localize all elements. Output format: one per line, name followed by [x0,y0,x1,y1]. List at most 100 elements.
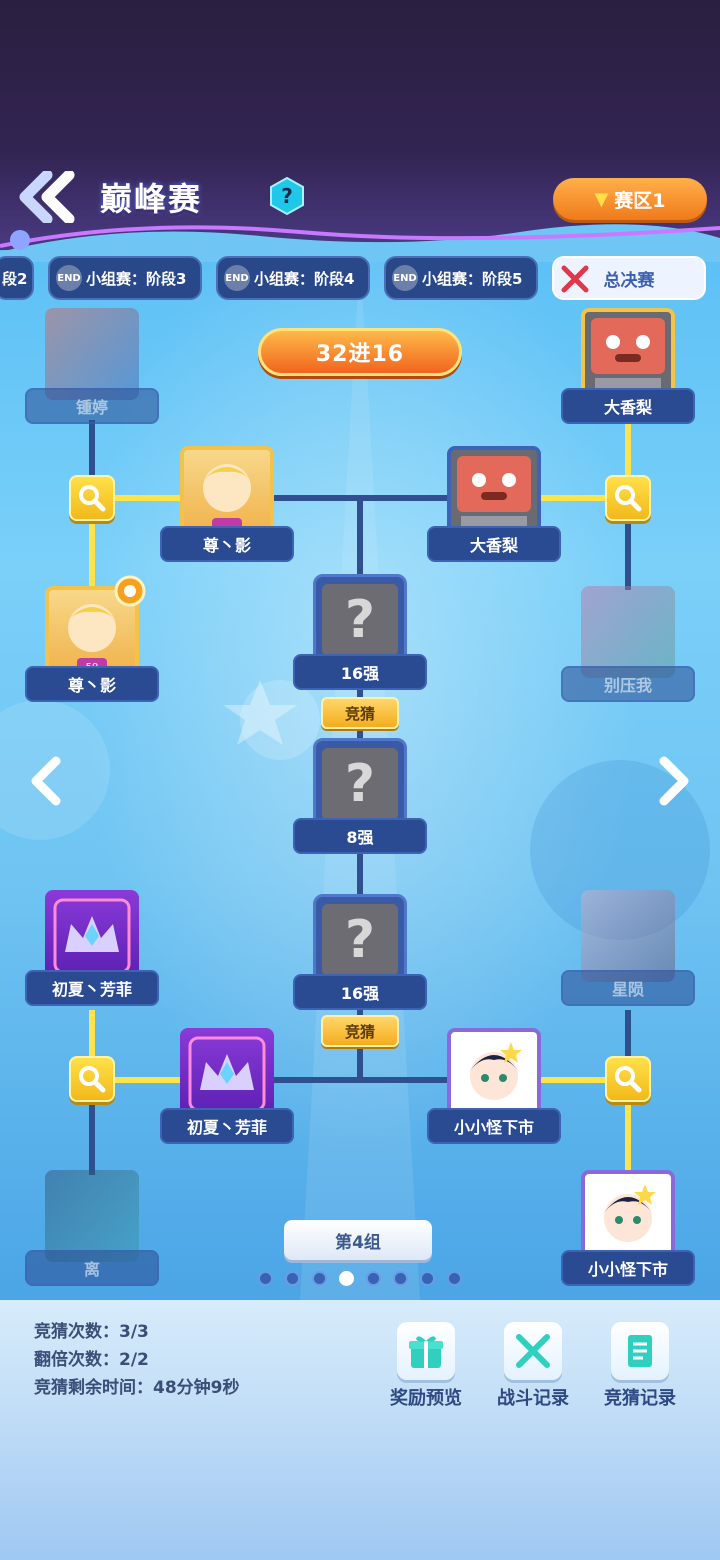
player-name: 小小怪下市 [427,1108,561,1144]
player-card[interactable]: 大香梨 [561,308,695,428]
tab-label: 段2 [2,269,28,288]
guess-time-left: 竞猜剩余时间：48分钟9秒 [34,1378,240,1398]
player-name: 锺婷 [25,388,159,424]
player-card[interactable]: 别压我 [561,586,695,706]
guess-record-label: 竞猜记录 [604,1388,676,1409]
player-avatar [581,586,675,678]
crown-icon [53,898,131,974]
crown-icon [188,1036,266,1112]
page-dot[interactable] [312,1271,327,1286]
view-match-button[interactable] [605,1056,651,1102]
page-dot[interactable] [393,1271,408,1286]
player-card[interactable]: 离 [25,1170,159,1290]
player-card[interactable]: 星陨 [561,890,695,1010]
view-match-button[interactable] [605,475,651,521]
tab-finals[interactable]: 总决赛 [552,256,706,300]
player-avatar [581,308,675,400]
guess-count: 竞猜次数：3/3 [34,1322,149,1342]
player-avatar [447,1028,541,1120]
player-name: 初夏丶芳菲 [160,1108,294,1144]
player-name: 尊丶影 [25,666,159,702]
player-card[interactable]: 小小怪下市 [561,1170,695,1290]
player-name: 别压我 [561,666,695,702]
group-pagination [258,1271,462,1286]
magnifier-icon [615,485,642,512]
page-dot[interactable] [366,1271,381,1286]
player-name: 大香梨 [427,526,561,562]
tab-stage-5[interactable]: END 小组赛：阶段5 [384,256,538,300]
player-name: 小小怪下市 [561,1250,695,1286]
round-label: 32进16 [258,328,462,376]
tab-stage-2[interactable]: 段2 [0,256,34,300]
slot-label: 16强 [293,974,427,1010]
bracket-slot-bottom16: ? 16强 [293,894,427,1014]
end-badge: END [392,265,418,291]
rewards-preview-button[interactable]: 奖励预览 [378,1322,474,1410]
battle-record-label: 战斗记录 [497,1388,569,1409]
help-button[interactable]: ? [268,176,306,216]
guess-record-button[interactable]: 竞猜记录 [592,1322,688,1410]
page-dot[interactable] [258,1271,273,1286]
caret-down-icon: ▼ [594,188,609,210]
next-group-button[interactable] [652,753,696,809]
player-card[interactable]: 59 尊丶影 [25,575,159,706]
bracket-slot-top8: ? 8强 [293,738,427,858]
player-name: 星陨 [561,970,695,1006]
unknown-player-icon: ? [322,584,398,656]
gift-icon [409,1336,443,1368]
tab-stage-3[interactable]: END 小组赛：阶段3 [48,256,202,300]
player-avatar [45,308,139,400]
view-match-button[interactable] [69,475,115,521]
player-name: 离 [25,1250,159,1286]
magnifier-icon [79,485,106,512]
player-avatar [180,446,274,538]
guess-button[interactable]: 竞猜 [321,1015,399,1047]
character-portrait-icon [603,1184,656,1242]
player-name: 尊丶影 [160,526,294,562]
page-dot[interactable] [285,1271,300,1286]
region-label: 赛区1 [614,189,666,212]
page-dot-active[interactable] [339,1271,354,1286]
stage-tabs: 段2 END 小组赛：阶段3 END 小组赛：阶段4 END 小组赛：阶段5 总… [0,256,720,302]
tab-label: 小组赛：阶段3 [86,269,187,288]
player-name: 初夏丶芳菲 [25,970,159,1006]
bracket-slot-top16: ? 16强 [293,574,427,694]
magnifier-icon [79,1066,106,1093]
battle-record-button[interactable]: 战斗记录 [485,1322,581,1410]
double-chevron-left-icon [19,171,75,223]
character-portrait-icon [469,1042,522,1100]
tab-label: 小组赛：阶段5 [422,269,523,288]
player-card[interactable]: 尊丶影 [160,446,294,566]
double-count: 翻倍次数：2/2 [34,1350,149,1370]
back-button[interactable] [14,168,80,226]
tab-label: 总决赛 [603,270,655,291]
group-label: 第4组 [284,1220,432,1260]
player-card[interactable]: 锺婷 [25,308,159,428]
region-dropdown[interactable]: ▼ 赛区1 [553,178,707,220]
question-icon: ? [270,176,304,216]
crossed-swords-icon [516,1334,550,1368]
tab-stage-4[interactable]: END 小组赛：阶段4 [216,256,370,300]
page-dot[interactable] [420,1271,435,1286]
player-card[interactable]: 大香梨 [427,446,561,566]
player-avatar [180,1028,274,1120]
crossed-swords-icon [561,265,589,293]
player-card[interactable]: 初夏丶芳菲 [25,890,159,1010]
unknown-player-icon: ? [322,904,398,976]
page-dot[interactable] [447,1271,462,1286]
player-avatar [581,890,675,982]
character-portrait-icon [200,464,254,532]
end-badge: END [224,265,250,291]
guess-button[interactable]: 竞猜 [321,697,399,729]
view-match-button[interactable] [69,1056,115,1102]
rewards-preview-label: 奖励预览 [390,1388,462,1409]
magnifier-icon [615,1066,642,1093]
player-name: 大香梨 [561,388,695,424]
player-card[interactable]: 初夏丶芳菲 [160,1028,294,1148]
player-avatar [45,1170,139,1262]
player-card[interactable]: 小小怪下市 [427,1028,561,1148]
prev-group-button[interactable] [24,753,68,809]
player-avatar [45,890,139,982]
tv-character-icon [591,318,665,390]
medal-icon [114,575,146,607]
